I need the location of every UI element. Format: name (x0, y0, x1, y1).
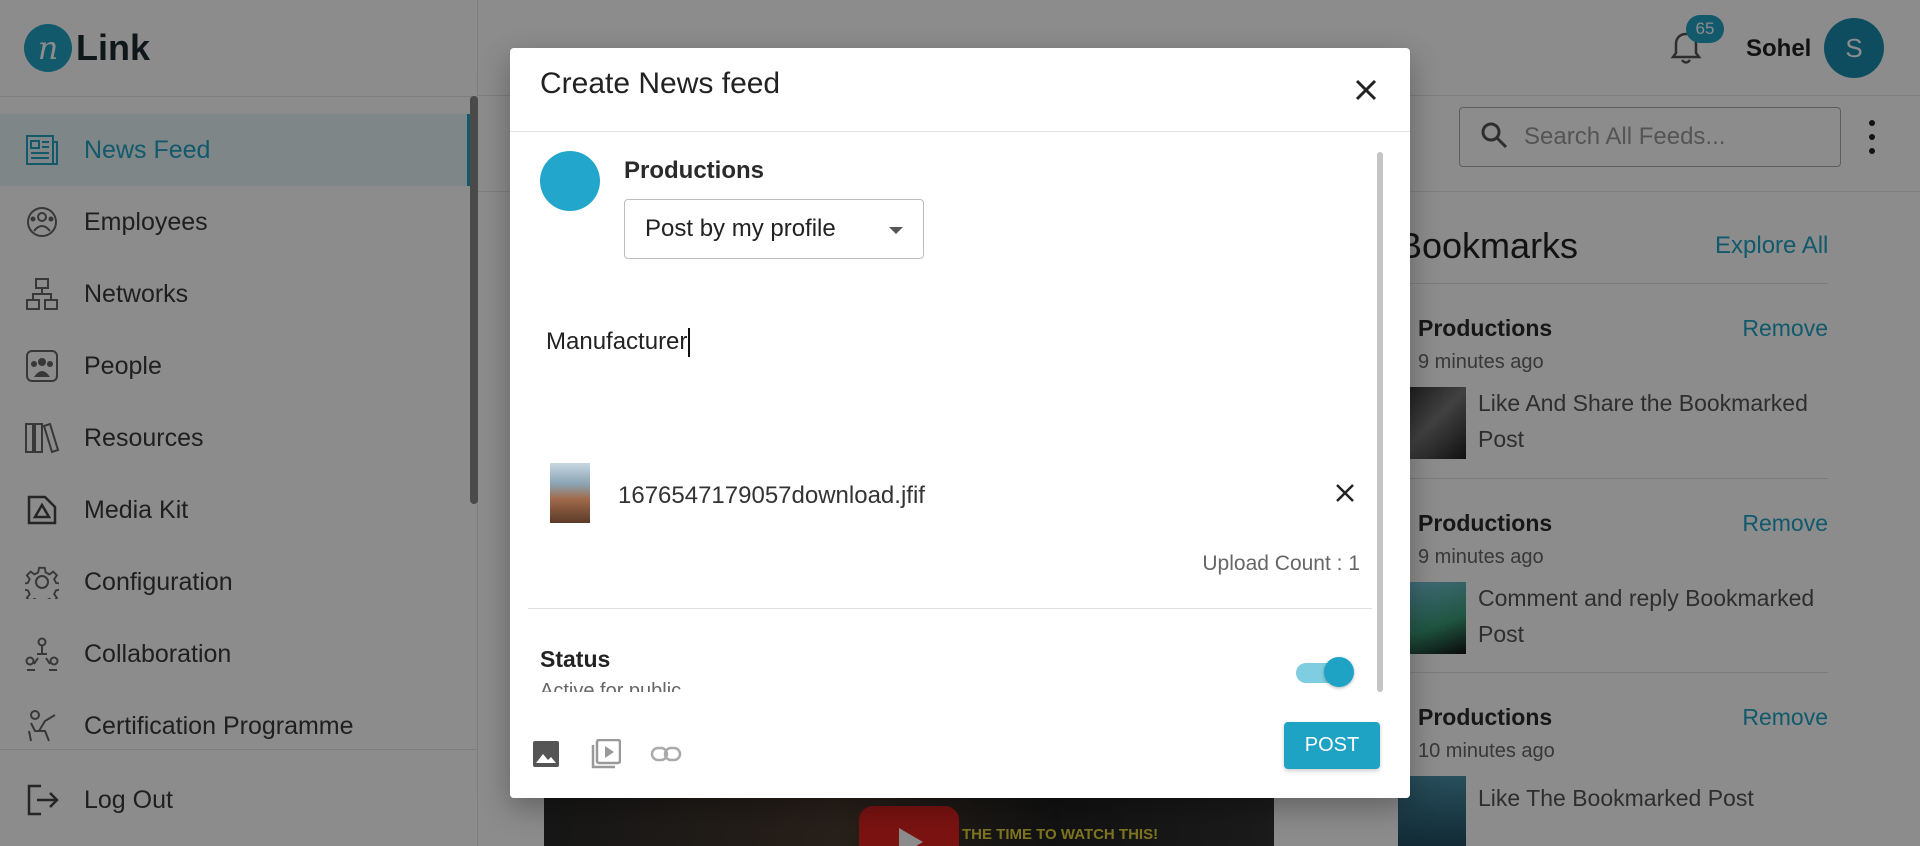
poster-avatar (540, 151, 600, 211)
attachment-file-name: 1676547179057download.jfif (618, 482, 925, 509)
chevron-down-icon (889, 227, 903, 234)
toggle-knob (1324, 657, 1354, 687)
post-text-input[interactable]: Manufacturer (546, 328, 1366, 358)
video-icon[interactable] (590, 738, 622, 770)
status-title: Status (540, 646, 611, 672)
modal-footer: POST (510, 692, 1410, 798)
create-news-feed-modal: Create News feed Productions Productions… (510, 48, 1410, 798)
post-text-value: Manufacturer (546, 328, 688, 355)
link-icon[interactable] (650, 738, 682, 770)
divider (528, 608, 1372, 609)
modal-title: Create News feed (540, 67, 781, 100)
post-as-value: Post by my profile (645, 215, 836, 242)
modal-header: Create News feed (510, 48, 1410, 132)
poster-name: Productions (624, 157, 765, 184)
image-icon[interactable] (530, 738, 562, 770)
text-cursor (688, 328, 691, 358)
attachment-thumbnail (550, 463, 590, 523)
upload-count: Upload Count : 1 (1202, 552, 1360, 575)
status-toggle[interactable] (1296, 655, 1354, 689)
remove-attachment-icon[interactable] (1330, 478, 1360, 508)
close-icon[interactable] (1348, 72, 1384, 108)
post-as-select[interactable]: Post by my profile (624, 199, 924, 259)
post-button[interactable]: POST (1284, 722, 1380, 769)
modal-scrollbar[interactable] (1377, 152, 1383, 692)
